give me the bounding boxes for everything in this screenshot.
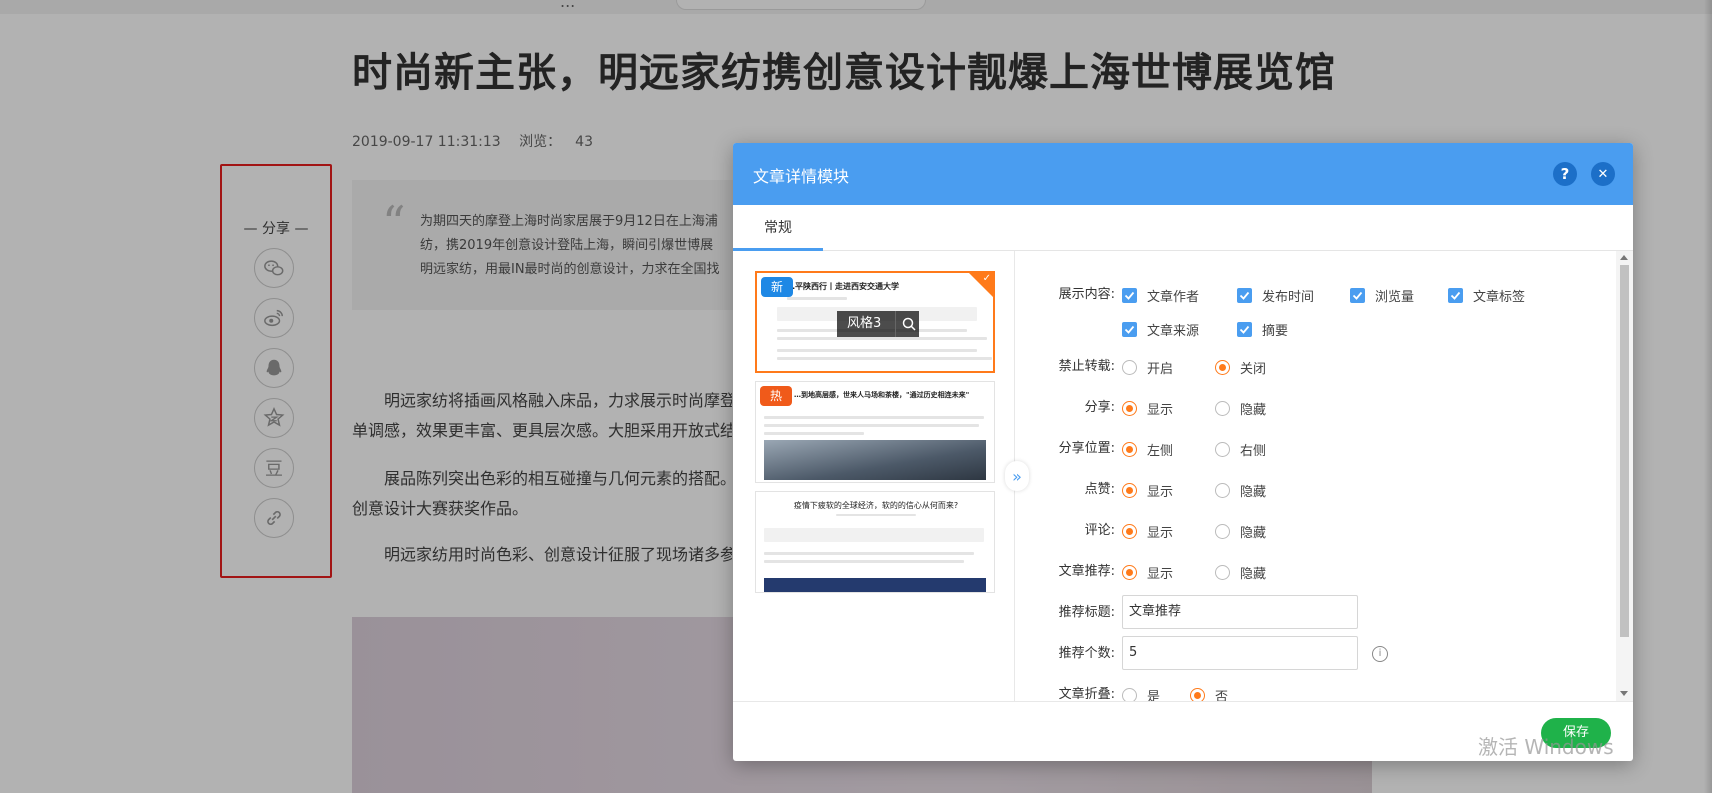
form-scrollbar[interactable] (1616, 251, 1633, 701)
checkmark-icon (1352, 291, 1363, 300)
radio-share-hide[interactable]: 隐藏 (1215, 396, 1266, 420)
checkmark-icon (1239, 291, 1250, 300)
style-option-3[interactable]: …平陕西行丨走进西安交通大学 新 ✓ 风格3 (755, 271, 995, 373)
checkbox-source[interactable]: 文章来源 (1122, 317, 1199, 341)
radio-like-show[interactable]: 显示 (1122, 478, 1173, 502)
radio[interactable] (1215, 400, 1230, 416)
radio-selected[interactable] (1215, 359, 1230, 375)
style-thumb-title: …平陕西行丨走进西安交通大学 (787, 282, 899, 291)
article-fold-row: 文章折叠: 是 否 (1015, 683, 1615, 701)
preview-button[interactable] (895, 311, 921, 337)
search-icon (902, 317, 916, 331)
page-edge-shadow (1704, 0, 1712, 793)
checkbox-author[interactable]: 文章作者 (1122, 283, 1199, 307)
radio-selected[interactable] (1122, 564, 1137, 580)
recommend-title-input[interactable]: 文章推荐 (1122, 595, 1358, 629)
checkbox-checked[interactable] (1237, 287, 1252, 303)
radio-no-repost-on[interactable]: 开启 (1122, 355, 1173, 379)
style-option-2[interactable]: …到地高层感，世来人马场和茶楼，"通过历史相连未来" 热 (755, 381, 995, 483)
radio[interactable] (1122, 687, 1137, 701)
thumb-image (764, 440, 986, 480)
radio[interactable] (1215, 523, 1230, 539)
checkbox-checked[interactable] (1122, 287, 1137, 303)
checkbox-summary[interactable]: 摘要 (1237, 317, 1288, 341)
radio-selected[interactable] (1122, 400, 1137, 416)
checkmark-icon (1124, 291, 1135, 300)
checkmark-icon (1239, 325, 1250, 334)
checkbox-checked[interactable] (1350, 287, 1365, 303)
check-icon: ✓ (982, 273, 991, 284)
recommend-title-row: 推荐标题: 文章推荐 (1015, 595, 1615, 629)
style-thumb-title: …到地高层感，世来人马场和茶楼，"通过历史相连未来" (794, 391, 970, 399)
close-button[interactable]: ✕ (1591, 162, 1615, 186)
new-badge: 新 (761, 277, 793, 297)
radio-no-repost-off[interactable]: 关闭 (1215, 355, 1266, 379)
tab-general[interactable]: 常规 (733, 205, 823, 251)
style-option-1[interactable]: 疫情下疲软的全球经济，软的的信心从何而来? (755, 491, 995, 593)
radio-fold-yes[interactable]: 是 (1122, 683, 1160, 701)
style-list-panel: …平陕西行丨走进西安交通大学 新 ✓ 风格3 …到地高层感，世来人马场和茶楼，"… (733, 251, 1015, 701)
checkbox-tags[interactable]: 文章标签 (1448, 283, 1525, 307)
radio-selected[interactable] (1122, 482, 1137, 498)
share-position-row: 分享位置: 左侧 右侧 (1015, 437, 1615, 461)
radio-selected[interactable] (1122, 441, 1137, 457)
radio-share-right[interactable]: 右侧 (1215, 437, 1266, 461)
radio[interactable] (1215, 441, 1230, 457)
recommend-count-row: 推荐个数: 5 i (1015, 636, 1615, 670)
recommend-count-input[interactable]: 5 (1122, 636, 1358, 670)
radio[interactable] (1215, 564, 1230, 580)
recommend-row: 文章推荐: 显示 隐藏 (1015, 560, 1615, 584)
radio-selected[interactable] (1190, 687, 1205, 701)
radio[interactable] (1122, 359, 1137, 375)
checkbox-checked[interactable] (1122, 321, 1137, 337)
help-icon: ? (1560, 165, 1570, 183)
no-repost-row: 禁止转载: 开启 关闭 (1015, 355, 1615, 379)
checkmark-icon (1124, 325, 1135, 334)
scroll-thumb[interactable] (1620, 265, 1629, 637)
info-icon[interactable]: i (1372, 646, 1388, 662)
radio-comment-hide[interactable]: 隐藏 (1215, 519, 1266, 543)
like-row: 点赞: 显示 隐藏 (1015, 478, 1615, 502)
display-content-label: 展示内容: (1058, 287, 1115, 302)
page: ... 时尚新主张，明远家纺携创意设计靓爆上海世博展览馆 2019-09-17 … (0, 0, 1712, 793)
settings-form: 展示内容: 文章作者 发布时间 浏览量 文章标签 文章来源 摘要 禁止转载: 开… (1015, 251, 1633, 701)
dialog-header: 文章详情模块 ? ✕ (733, 143, 1633, 205)
share-row: 分享: 显示 隐藏 (1015, 396, 1615, 420)
radio-share-left[interactable]: 左侧 (1122, 437, 1173, 461)
display-content-row: 展示内容: 文章作者 发布时间 浏览量 文章标签 (1015, 283, 1615, 307)
scroll-down-icon[interactable] (1620, 691, 1628, 696)
radio-like-hide[interactable]: 隐藏 (1215, 478, 1266, 502)
display-content-row-2: 文章来源 摘要 (1015, 317, 1615, 341)
dialog-tabs: 常规 (733, 205, 1633, 251)
checkbox-views[interactable]: 浏览量 (1350, 283, 1414, 307)
radio-share-show[interactable]: 显示 (1122, 396, 1173, 420)
dialog-title: 文章详情模块 (753, 167, 850, 186)
comment-row: 评论: 显示 隐藏 (1015, 519, 1615, 543)
radio-fold-no[interactable]: 否 (1190, 683, 1228, 701)
thumb-image (764, 578, 986, 592)
activation-watermark: 激活 Windows (1478, 735, 1614, 759)
style-thumb-title: 疫情下疲软的全球经济，软的的信心从何而来? (793, 501, 959, 510)
help-button[interactable]: ? (1553, 162, 1577, 186)
scroll-up-icon[interactable] (1620, 255, 1628, 260)
checkbox-checked[interactable] (1448, 287, 1463, 303)
checkbox-publish-time[interactable]: 发布时间 (1237, 283, 1314, 307)
checkmark-icon (1450, 291, 1461, 300)
radio-comment-show[interactable]: 显示 (1122, 519, 1173, 543)
close-icon: ✕ (1597, 166, 1609, 182)
radio-recommend-show[interactable]: 显示 (1122, 560, 1173, 584)
article-detail-dialog: 文章详情模块 ? ✕ 常规 …平陕西行丨走进西安交通大学 新 ✓ 风格3 …到地… (733, 143, 1633, 761)
hot-badge: 热 (760, 386, 792, 406)
radio-recommend-hide[interactable]: 隐藏 (1215, 560, 1266, 584)
radio[interactable] (1215, 482, 1230, 498)
checkbox-checked[interactable] (1237, 321, 1252, 337)
radio-selected[interactable] (1122, 523, 1137, 539)
